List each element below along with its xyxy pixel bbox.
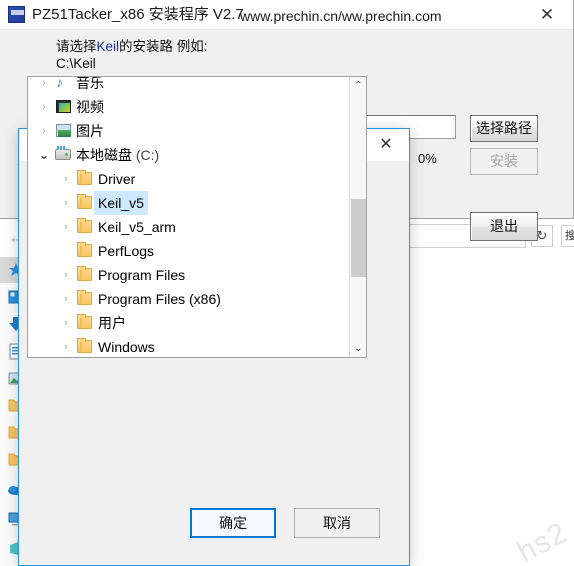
window-title: PZ51Tacker_x86 安装程序 V2.7 [32,6,244,23]
tree-item[interactable]: › ♪ 音乐 [28,77,350,95]
chevron-down-icon[interactable]: ⌄ [36,143,52,167]
tree-item[interactable]: PerfLogs [28,239,350,263]
app-logo-icon [8,6,25,23]
tree-item-label: PerfLogs [98,243,155,259]
instruction-keyword: Keil [96,39,120,54]
instruction-example-1: C:\Keil [56,56,96,71]
folder-icon [76,311,94,335]
tree-item[interactable]: › Windows [28,335,350,357]
exit-button[interactable]: 退出 [470,212,538,241]
tree-item-label: 用户 [98,315,126,331]
close-icon[interactable]: ✕ [365,131,407,159]
screen-root: ← ↻ PZ51Tacker_x86 安装程序 V2.7 www.prechin… [0,0,574,566]
tree-item-label: Program Files (x86) [98,291,221,307]
folder-icon [76,215,94,239]
tree-item[interactable]: › Program Files [28,263,350,287]
tree-item[interactable]: › 图片 [28,119,350,143]
folder-tree-viewport: › ♪ 音乐 › 视频 › 图片 ⌄ 本地磁盘 (C:) › Driver › Keil_v5 › Keil… [28,77,350,357]
chevron-right-icon[interactable]: › [36,119,52,143]
folder-icon [76,335,94,357]
tree-item-label: Keil_v5 [94,191,148,215]
tree-item[interactable]: ⌄ 本地磁盘 (C:) [28,143,350,167]
folder-icon [76,167,94,191]
cancel-button[interactable]: 取消 [294,508,380,538]
instruction-line-1: 请选择Keil的安装路 例如: [56,38,456,56]
chevron-right-icon[interactable]: › [36,95,52,119]
drive-icon [54,143,72,167]
folder-icon [76,287,94,311]
picture-icon [54,119,72,143]
tree-item[interactable]: › Keil_v5_arm [28,215,350,239]
chevron-right-icon[interactable]: › [58,191,74,215]
chevron-right-icon[interactable]: › [58,335,74,357]
close-icon[interactable]: ✕ [527,3,567,27]
chevron-right-icon[interactable]: › [36,77,52,95]
chevron-right-icon[interactable]: › [58,263,74,287]
folder-tree-list: › ♪ 音乐 › 视频 › 图片 ⌄ 本地磁盘 (C:) › Driver › Keil_v5 › Keil… [28,77,350,357]
vendor-url-label: www.prechin.cn/ww.prechin.com [240,8,442,24]
tree-item-label: Keil_v5_arm [98,219,176,235]
install-button: 安装 [470,148,538,175]
video-icon [54,95,72,119]
tree-item-label: 图片 [76,123,104,139]
folder-icon [76,239,94,263]
tree-item-label: Driver [98,171,136,187]
chevron-right-icon[interactable]: › [58,215,74,239]
tree-item-label: 音乐 [76,77,104,91]
folder-icon [76,191,94,215]
music-icon: ♪ [56,77,63,90]
tree-item[interactable]: › Driver [28,167,350,191]
scroll-down-icon[interactable]: ⌄ [350,340,366,357]
tree-item[interactable]: › Program Files (x86) [28,287,350,311]
chevron-right-icon[interactable]: › [58,287,74,311]
folder-tree-scrollbar[interactable]: ⌃ ⌄ [349,77,366,357]
tree-item[interactable]: › Keil_v5 [28,191,350,215]
folder-icon [76,263,94,287]
chevron-right-icon[interactable]: › [58,311,74,335]
chevron-right-icon[interactable]: › [58,167,74,191]
tree-item-label: 本地磁盘 (C:) [76,147,160,163]
search-input[interactable]: 搜 [561,225,574,247]
instruction-prefix: 请选择 [56,39,97,54]
tree-item[interactable]: › 用户 [28,311,350,335]
scrollbar-thumb[interactable] [351,199,366,277]
ok-button[interactable]: 确定 [190,508,276,538]
folder-tree[interactable]: › ♪ 音乐 › 视频 › 图片 ⌄ 本地磁盘 (C:) › Driver › Keil_v5 › Keil… [27,76,367,358]
tree-item-label: 视频 [76,99,104,115]
installer-title-bar: PZ51Tacker_x86 安装程序 V2.7 www.prechin.cn/… [0,0,573,30]
select-path-button[interactable]: 选择路径 [470,115,538,142]
tree-item[interactable]: › 视频 [28,95,350,119]
progress-percent-label: 0% [418,151,437,166]
scroll-up-icon[interactable]: ⌃ [350,77,366,94]
tree-item-label: Program Files [98,267,186,283]
tree-item-label: Windows [98,339,155,355]
instruction-suffix: 的安装路 例如: [119,39,208,54]
